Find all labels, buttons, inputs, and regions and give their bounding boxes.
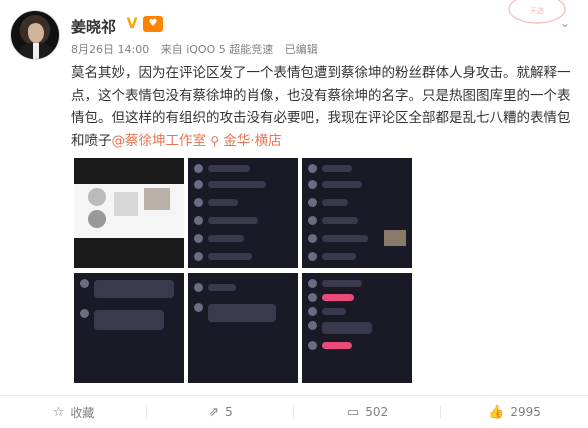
comment-button[interactable]: ▭ 502: [294, 396, 441, 428]
favorite-label: 收藏: [70, 405, 95, 420]
weibo-post-card: 姜晓祁 V ♥ 8月26日 14:00 来自 iQOO 5 超能竞速 已编辑 天…: [0, 0, 588, 428]
repost-button[interactable]: ⇗ 5: [147, 396, 294, 428]
image-thumbnail[interactable]: [302, 273, 412, 383]
repost-count: 5: [225, 405, 233, 419]
image-grid: [74, 158, 414, 386]
favorite-button[interactable]: ☆ 收藏: [0, 396, 147, 428]
location-link[interactable]: 金华·横店: [223, 133, 281, 149]
image-thumbnail[interactable]: [302, 158, 412, 268]
image-thumbnail[interactable]: [188, 158, 298, 268]
location-icon: ⚲: [210, 133, 220, 148]
verified-icon: V: [126, 16, 138, 32]
post-content: 莫名其妙，因为在评论区发了一个表情包遭到蔡徐坤的粉丝群体人身攻击。就解释一点，这…: [71, 62, 571, 152]
image-thumbnail[interactable]: [74, 273, 184, 383]
image-thumbnail[interactable]: [188, 273, 298, 383]
stamp-text: 天选: [530, 6, 544, 15]
username[interactable]: 姜晓祁: [71, 16, 116, 37]
action-bar: ☆ 收藏 ⇗ 5 ▭ 502 👍 2995: [0, 396, 588, 428]
chevron-down-icon[interactable]: ⌄: [560, 16, 576, 30]
star-icon: ☆: [52, 404, 65, 420]
mention-link[interactable]: @蔡徐坤工作室: [112, 133, 207, 149]
comment-icon: ▭: [346, 404, 360, 420]
repost-icon: ⇗: [208, 404, 220, 420]
edited-label[interactable]: 已编辑: [285, 43, 318, 56]
avatar[interactable]: [10, 10, 60, 60]
post-source: 来自 iQOO 5 超能竞速: [160, 43, 274, 56]
post-meta: 8月26日 14:00 来自 iQOO 5 超能竞速 已编辑: [71, 41, 326, 57]
like-count: 2995: [510, 405, 541, 419]
member-badge-icon[interactable]: ♥: [143, 16, 163, 32]
post-date[interactable]: 8月26日 14:00: [71, 43, 149, 56]
thumbs-up-icon: 👍: [488, 404, 505, 420]
like-button[interactable]: 👍 2995: [441, 396, 588, 428]
image-thumbnail[interactable]: [74, 158, 184, 268]
comment-count: 502: [365, 405, 389, 419]
